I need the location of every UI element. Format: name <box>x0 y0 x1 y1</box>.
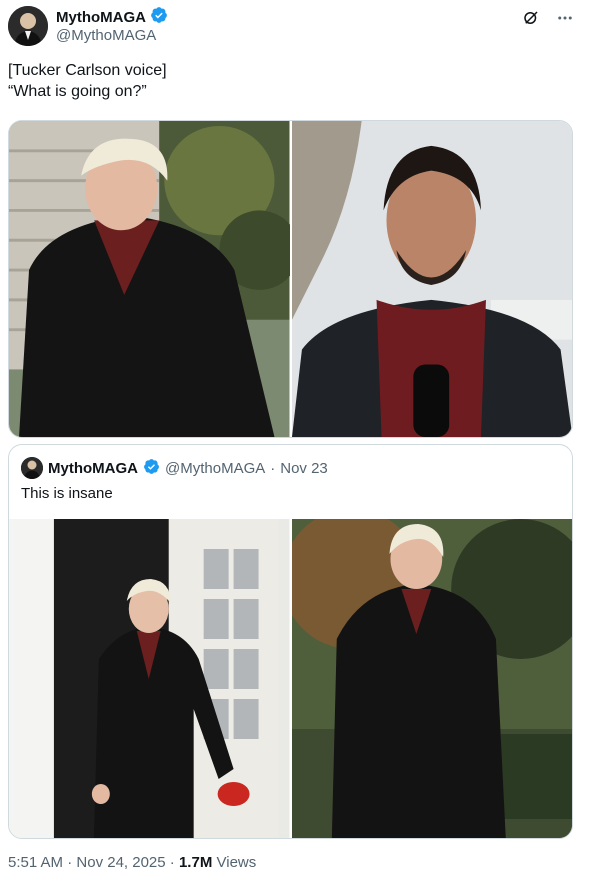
quoted-author-name[interactable]: MythoMAGA <box>48 460 138 477</box>
quoted-tweet[interactable]: MythoMAGA @MythoMAGA · Nov 23 This is in… <box>8 444 573 839</box>
top-actions <box>521 8 575 28</box>
quoted-tweet-text: This is insane <box>21 485 113 502</box>
views-count: 1.7M <box>178 854 213 871</box>
quoted-tweet-header: MythoMAGA @MythoMAGA · Nov 23 <box>21 457 328 479</box>
tweet-date[interactable]: Nov 24, 2025 <box>76 854 165 871</box>
quoted-author-handle[interactable]: @MythoMAGA <box>165 460 265 477</box>
author-handle[interactable]: @MythoMAGA <box>56 27 156 44</box>
quoted-media-photo-2[interactable] <box>291 519 572 838</box>
author-avatar[interactable] <box>8 6 48 46</box>
media-photo-2[interactable] <box>291 121 572 437</box>
quoted-date[interactable]: Nov 23 <box>280 460 328 477</box>
quoted-media-grid <box>9 519 572 838</box>
tweet-header: MythoMAGA @MythoMAGA <box>8 4 581 48</box>
quoted-author-avatar[interactable] <box>21 457 43 479</box>
quoted-media-photo-1[interactable] <box>9 519 290 838</box>
footer-separator: · <box>67 854 73 871</box>
tweet-text: [Tucker Carlson voice] “What is going on… <box>8 62 167 100</box>
footer-separator: · <box>169 854 175 871</box>
author-display-name[interactable]: MythoMAGA <box>56 9 146 26</box>
views-label: Views <box>216 854 257 871</box>
grok-icon[interactable] <box>521 8 541 28</box>
verified-badge-icon <box>143 458 160 479</box>
tweet-time[interactable]: 5:51 AM <box>8 854 63 871</box>
verified-badge-icon <box>150 6 168 29</box>
media-grid <box>8 120 573 438</box>
author-name-row[interactable]: MythoMAGA <box>56 6 168 29</box>
quoted-separator: · <box>270 459 276 477</box>
tweet-footer: 5:51 AM · Nov 24, 2025 · 1.7M Views <box>8 854 256 871</box>
media-photo-1[interactable] <box>9 121 290 437</box>
more-options-icon[interactable] <box>555 8 575 28</box>
